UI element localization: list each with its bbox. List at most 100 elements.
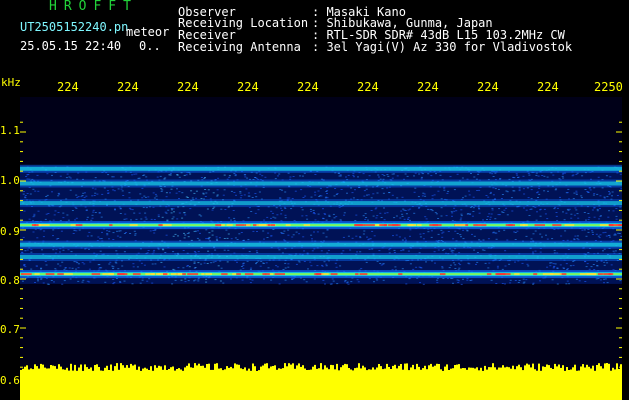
noise-speck bbox=[615, 218, 618, 220]
noise-speck bbox=[123, 218, 126, 220]
noise-speck bbox=[427, 173, 430, 175]
spectrum-column bbox=[130, 363, 132, 400]
noise-speck bbox=[228, 175, 231, 177]
noise-speck bbox=[553, 249, 556, 251]
noise-speck bbox=[238, 233, 241, 235]
noise-speck bbox=[434, 212, 437, 214]
noise-speck bbox=[484, 262, 487, 264]
noise-speck bbox=[473, 249, 476, 251]
noise-speck bbox=[263, 278, 265, 280]
noise-speck bbox=[88, 268, 91, 270]
noise-speck bbox=[191, 197, 194, 199]
noise-speck bbox=[270, 279, 273, 281]
noise-speck bbox=[250, 211, 253, 212]
noise-speck bbox=[476, 252, 479, 253]
noise-speck bbox=[252, 230, 255, 232]
noise-speck bbox=[322, 279, 325, 281]
noise-speck bbox=[165, 234, 168, 236]
noise-speck bbox=[96, 193, 99, 195]
noise-speck bbox=[368, 248, 371, 250]
noise-speck bbox=[357, 176, 359, 178]
spectrum-column bbox=[190, 367, 192, 400]
spectrum-column bbox=[586, 364, 588, 400]
noise-speck bbox=[539, 208, 542, 210]
noise-speck bbox=[352, 172, 355, 174]
noise-speck bbox=[487, 267, 490, 269]
spectrum-column bbox=[108, 370, 110, 400]
noise-speck bbox=[347, 283, 350, 285]
noise-speck bbox=[86, 216, 89, 218]
noise-speck bbox=[549, 265, 552, 267]
noise-speck bbox=[435, 173, 437, 175]
brand-title: HROFFT bbox=[49, 0, 138, 14]
noise-speck bbox=[112, 189, 115, 191]
noise-speck bbox=[80, 196, 83, 198]
noise-speck bbox=[217, 265, 220, 267]
noise-speck bbox=[207, 238, 210, 240]
noise-speck bbox=[454, 230, 457, 232]
antenna-label: Receiving Antenna bbox=[178, 40, 301, 54]
noise-speck bbox=[319, 187, 322, 189]
noise-speck bbox=[424, 195, 427, 197]
spectrum-column bbox=[182, 370, 184, 400]
spectrum-column bbox=[266, 363, 268, 400]
noise-speck bbox=[433, 194, 436, 196]
noise-speck bbox=[458, 267, 461, 269]
noise-speck bbox=[495, 283, 498, 284]
spectrum-column bbox=[306, 370, 308, 400]
noise-speck bbox=[528, 215, 531, 216]
spectrum-column bbox=[44, 367, 46, 400]
noise-speck bbox=[436, 282, 439, 284]
band-hotspot bbox=[163, 273, 168, 276]
noise-speck bbox=[366, 194, 368, 196]
spectrum-column bbox=[260, 366, 262, 400]
x-tick-label: 224 bbox=[57, 80, 79, 94]
noise-speck bbox=[381, 174, 384, 175]
noise-speck bbox=[399, 217, 402, 219]
spectrum-column bbox=[176, 369, 178, 400]
noise-speck bbox=[522, 282, 525, 284]
noise-speck bbox=[223, 174, 226, 176]
noise-speck bbox=[405, 239, 407, 241]
band-hotspot bbox=[102, 273, 113, 276]
noise-speck bbox=[368, 238, 371, 240]
noise-speck bbox=[589, 189, 592, 191]
band-hotspot bbox=[303, 224, 311, 227]
spectrum-column bbox=[50, 365, 52, 400]
spectrum-column bbox=[606, 363, 608, 400]
noise-speck bbox=[239, 197, 242, 199]
spectrum-column bbox=[552, 369, 554, 400]
noise-speck bbox=[567, 249, 570, 250]
noise-speck bbox=[77, 263, 80, 265]
noise-speck bbox=[333, 195, 336, 197]
noise-speck bbox=[68, 176, 71, 178]
noise-speck bbox=[240, 194, 243, 196]
noise-speck bbox=[576, 235, 579, 237]
noise-speck bbox=[232, 210, 235, 211]
noise-speck bbox=[476, 190, 479, 191]
noise-speck bbox=[343, 214, 346, 216]
band-hotspot bbox=[145, 273, 155, 276]
noise-speck bbox=[549, 262, 552, 264]
noise-speck bbox=[425, 261, 427, 263]
noise-speck bbox=[246, 177, 249, 179]
spectrum-column bbox=[502, 365, 504, 400]
noise-speck bbox=[343, 212, 346, 214]
noise-speck bbox=[278, 249, 281, 251]
noise-speck bbox=[536, 192, 538, 194]
noise-speck bbox=[525, 279, 528, 281]
spectrum-column bbox=[568, 370, 570, 400]
noise-speck bbox=[214, 279, 217, 281]
noise-speck bbox=[280, 233, 283, 234]
spectrum-column bbox=[206, 364, 208, 400]
noise-speck bbox=[161, 189, 164, 191]
noise-speck bbox=[420, 267, 423, 269]
noise-speck bbox=[197, 278, 200, 280]
spectrum-column bbox=[588, 366, 590, 400]
noise-speck bbox=[606, 262, 609, 264]
spectrum-column bbox=[60, 366, 62, 400]
noise-speck bbox=[513, 231, 516, 233]
noise-speck bbox=[112, 279, 115, 280]
noise-speck bbox=[124, 213, 127, 215]
noise-speck bbox=[419, 233, 422, 235]
